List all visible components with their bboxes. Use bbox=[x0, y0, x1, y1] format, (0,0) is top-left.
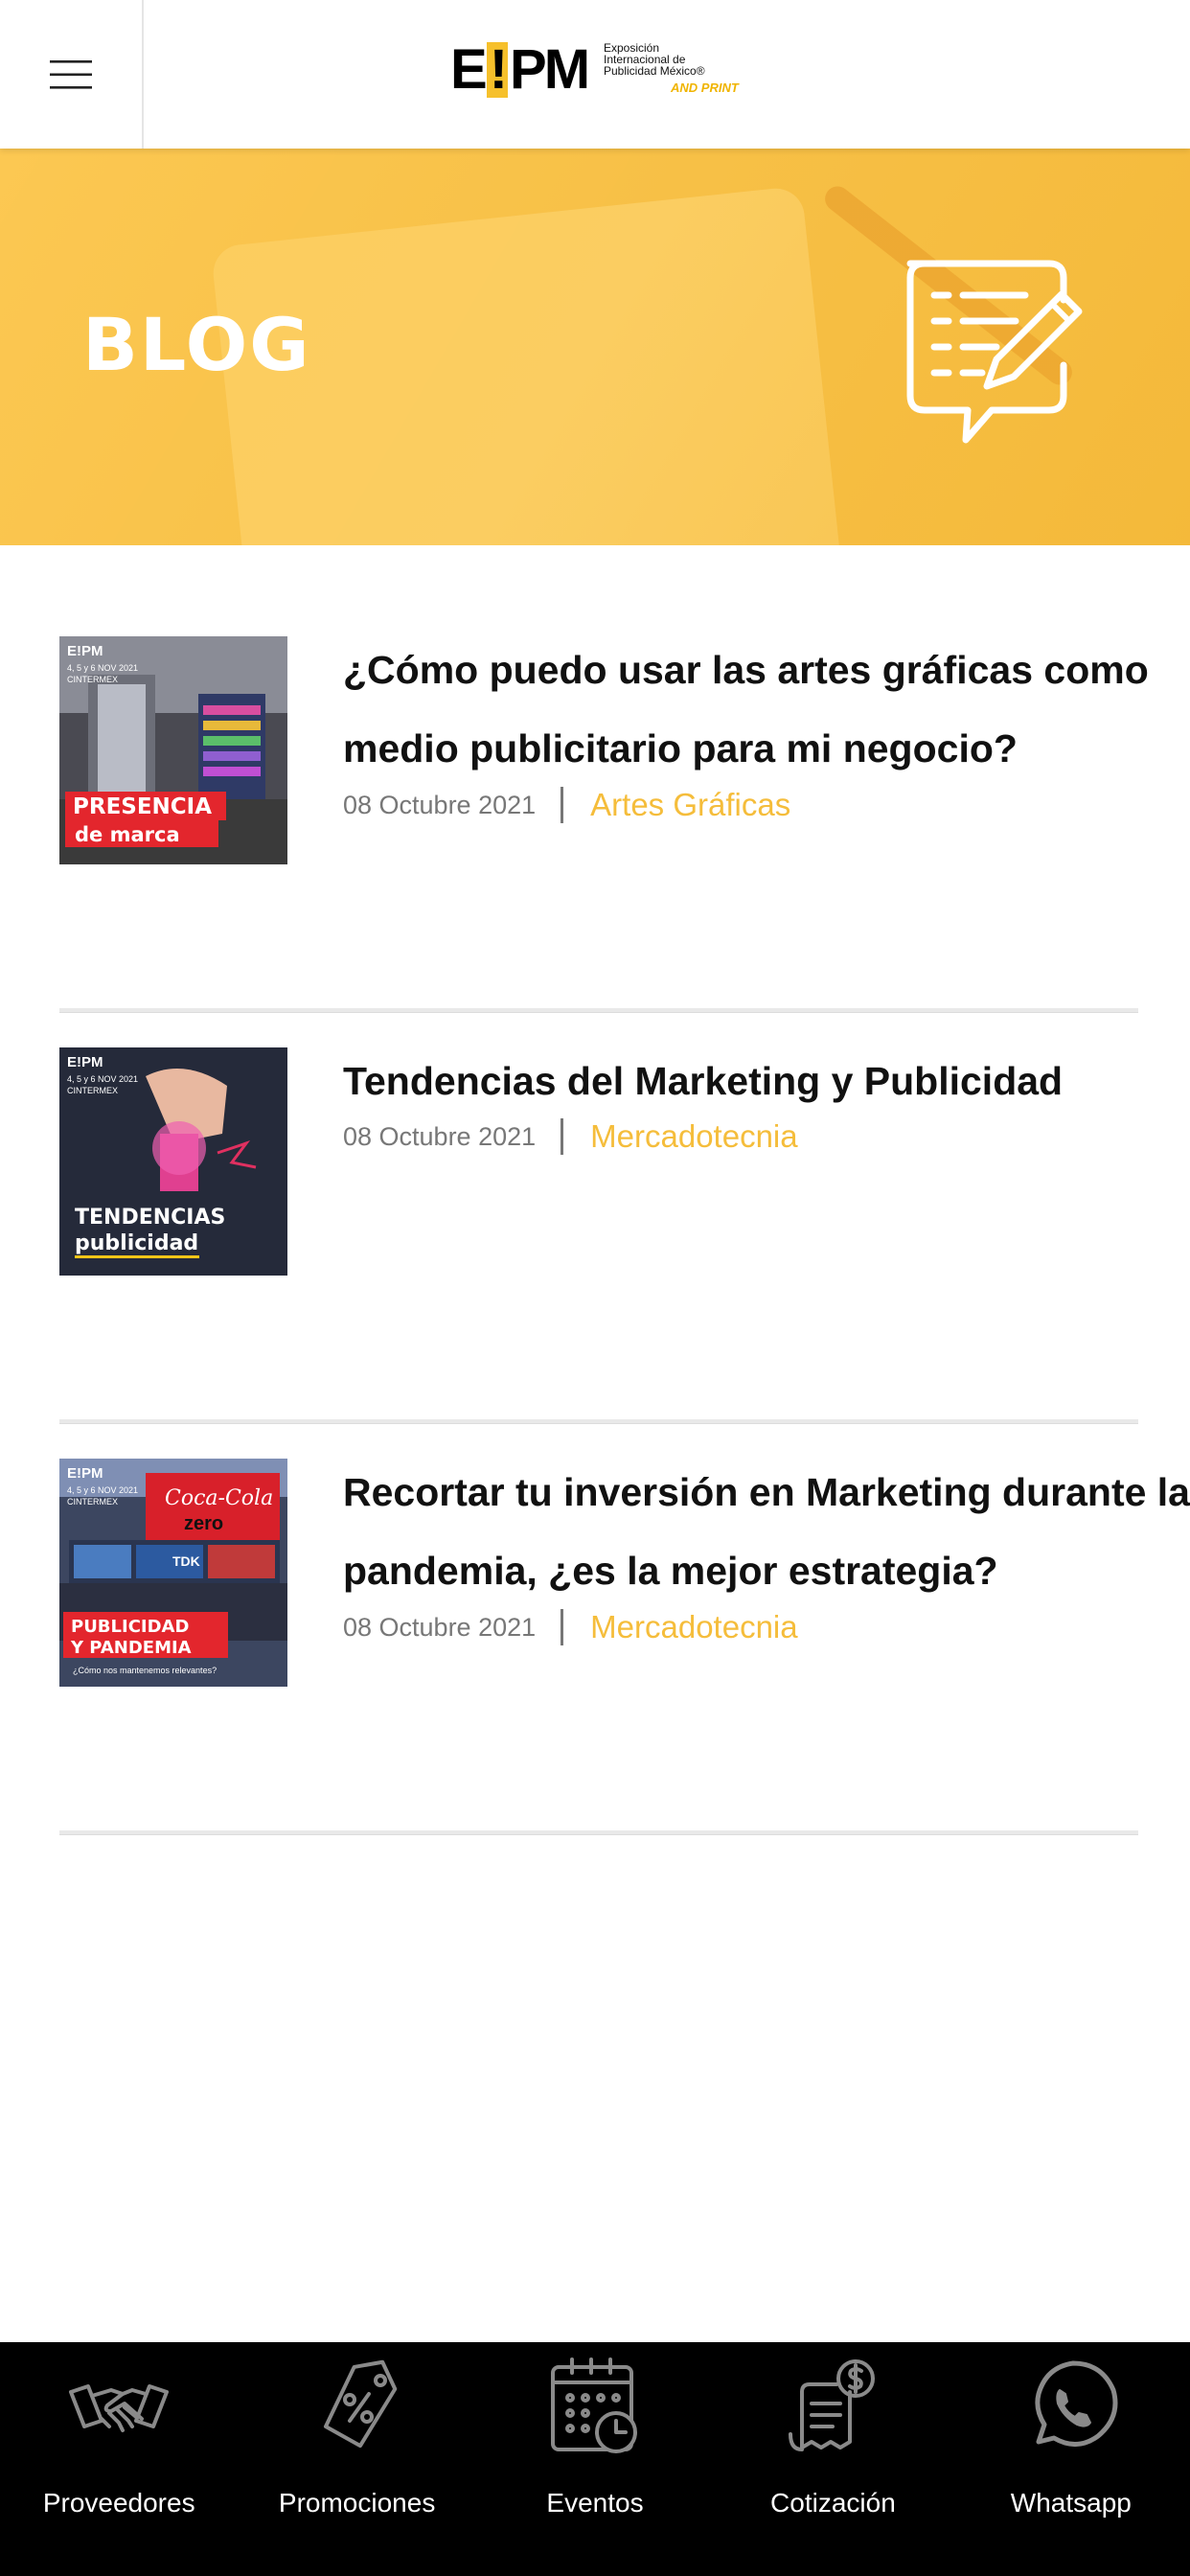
invoice-dollar-icon bbox=[789, 2359, 876, 2451]
post-date: 08 Octubre 2021 bbox=[343, 790, 537, 819]
post-thumbnail[interactable]: Coca-Cola zero TDK E!PM 4, 5 y 6 NOV 202… bbox=[59, 1459, 287, 1687]
bottom-navigation: Proveedores Promociones Eventos Cotizaci… bbox=[0, 2342, 1190, 2576]
hamburger-menu-icon bbox=[50, 59, 92, 89]
logo-subtitle: Exposición Internacional de Publicidad M… bbox=[604, 41, 705, 78]
epm-logo[interactable]: E!PM Exposición Internacional de Publici… bbox=[450, 36, 757, 104]
nav-label: Eventos bbox=[546, 2488, 644, 2518]
svg-text:Y PANDEMIA: Y PANDEMIA bbox=[70, 1638, 192, 1658]
svg-text:PUBLICIDAD: PUBLICIDAD bbox=[71, 1617, 189, 1637]
svg-text:TDK: TDK bbox=[172, 1553, 200, 1569]
logo-wordmark: E!PM bbox=[450, 38, 590, 101]
handshake-icon bbox=[69, 2384, 170, 2432]
svg-text:E!PM: E!PM bbox=[67, 1465, 103, 1482]
post-meta: 08 Octubre 2021 Mercadotecnia bbox=[343, 1118, 798, 1155]
svg-text:de marca: de marca bbox=[75, 823, 180, 846]
banner-title: BLOG bbox=[82, 302, 311, 387]
post-thumbnail-image: Coca-Cola zero TDK E!PM 4, 5 y 6 NOV 202… bbox=[59, 1459, 287, 1687]
nav-item-promociones[interactable]: Promociones bbox=[238, 2342, 475, 2576]
svg-text:publicidad: publicidad bbox=[75, 1231, 198, 1255]
post-divider bbox=[59, 1830, 1138, 1835]
svg-text:CINTERMEX: CINTERMEX bbox=[67, 675, 118, 684]
blog-note-pencil-icon bbox=[906, 260, 1083, 444]
svg-text:PRESENCIA: PRESENCIA bbox=[73, 794, 212, 819]
post-thumbnail[interactable]: E!PM 4, 5 y 6 NOV 2021 CINTERMEX PRESENC… bbox=[59, 636, 287, 864]
svg-text:4, 5 y 6 NOV 2021: 4, 5 y 6 NOV 2021 bbox=[67, 1485, 138, 1495]
post-date: 08 Octubre 2021 bbox=[343, 1612, 537, 1642]
svg-text:4, 5 y 6 NOV 2021: 4, 5 y 6 NOV 2021 bbox=[67, 663, 138, 673]
post-category-link[interactable]: Mercadotecnia bbox=[590, 1609, 797, 1645]
svg-text:E!PM: E!PM bbox=[67, 643, 103, 659]
nav-label: Proveedores bbox=[42, 2488, 195, 2518]
nav-label: Whatsapp bbox=[1010, 2488, 1132, 2518]
post-thumbnail-image: E!PM 4, 5 y 6 NOV 2021 CINTERMEX TENDENC… bbox=[59, 1047, 287, 1276]
post-title[interactable]: ¿Cómo puedo usar las artes gráficas como… bbox=[343, 631, 1190, 788]
post-divider bbox=[59, 1419, 1138, 1424]
svg-text:CINTERMEX: CINTERMEX bbox=[67, 1086, 118, 1095]
whatsapp-icon bbox=[1035, 2360, 1118, 2447]
svg-text:¿Cómo nos mantenemos relevante: ¿Cómo nos mantenemos relevantes? bbox=[73, 1666, 217, 1675]
logo-tagline: AND PRINT bbox=[671, 80, 739, 95]
nav-label: Cotización bbox=[770, 2488, 896, 2518]
nav-item-eventos[interactable]: Eventos bbox=[476, 2342, 714, 2576]
post-thumbnail-image: E!PM 4, 5 y 6 NOV 2021 CINTERMEX PRESENC… bbox=[59, 636, 287, 864]
meta-separator bbox=[561, 1118, 564, 1155]
nav-item-whatsapp[interactable]: Whatsapp bbox=[952, 2342, 1190, 2576]
svg-text:zero: zero bbox=[184, 1513, 223, 1534]
post-category-link[interactable]: Artes Gráficas bbox=[590, 787, 790, 823]
calendar-clock-icon bbox=[551, 2358, 638, 2453]
nav-item-proveedores[interactable]: Proveedores bbox=[0, 2342, 238, 2576]
post-divider bbox=[59, 1008, 1138, 1013]
nav-item-cotizacion[interactable]: Cotización bbox=[714, 2342, 951, 2576]
meta-separator bbox=[561, 1609, 564, 1645]
svg-text:4, 5 y 6 NOV 2021: 4, 5 y 6 NOV 2021 bbox=[67, 1074, 138, 1084]
nav-label: Promociones bbox=[278, 2488, 436, 2518]
discount-tag-icon bbox=[323, 2359, 397, 2449]
post-meta: 08 Octubre 2021 Artes Gráficas bbox=[343, 787, 790, 823]
svg-text:TENDENCIAS: TENDENCIAS bbox=[75, 1206, 225, 1230]
post-thumbnail[interactable]: E!PM 4, 5 y 6 NOV 2021 CINTERMEX TENDENC… bbox=[59, 1047, 287, 1276]
post-date: 08 Octubre 2021 bbox=[343, 1121, 537, 1151]
post-category-link[interactable]: Mercadotecnia bbox=[590, 1118, 797, 1155]
post-meta: 08 Octubre 2021 Mercadotecnia bbox=[343, 1609, 798, 1645]
app-header: E!PM Exposición Internacional de Publici… bbox=[0, 0, 1190, 149]
blog-banner: BLOG bbox=[0, 149, 1190, 545]
svg-text:CINTERMEX: CINTERMEX bbox=[67, 1497, 118, 1506]
post-title[interactable]: Recortar tu inversión en Marketing duran… bbox=[343, 1453, 1190, 1610]
svg-text:Coca-Cola: Coca-Cola bbox=[165, 1486, 273, 1510]
meta-separator bbox=[561, 787, 564, 823]
svg-text:E!PM: E!PM bbox=[67, 1054, 103, 1070]
post-title[interactable]: Tendencias del Marketing y Publicidad bbox=[343, 1042, 1190, 1120]
menu-button[interactable] bbox=[0, 0, 144, 149]
